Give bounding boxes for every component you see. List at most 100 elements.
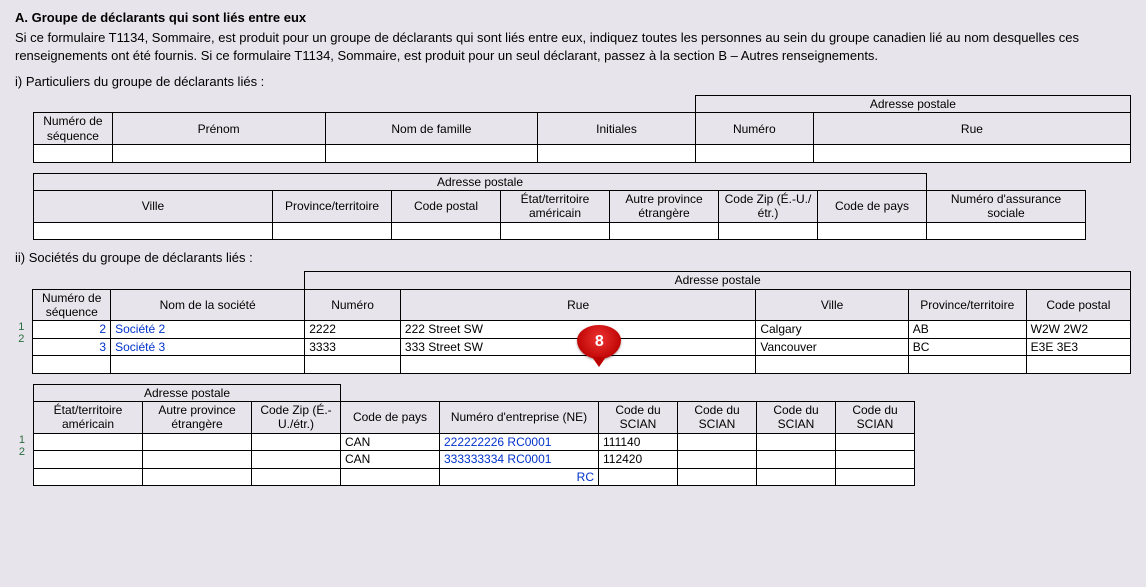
cell[interactable]	[757, 433, 836, 450]
header-prov: Province/territoire	[273, 191, 392, 223]
cell[interactable]	[252, 468, 341, 485]
header-nom-societe: Nom de la société	[111, 289, 305, 321]
cell[interactable]	[678, 468, 757, 485]
header-autre-prov: Autre province étrangère	[610, 191, 719, 223]
header-ville: Ville	[756, 289, 908, 321]
cell[interactable]	[273, 222, 392, 239]
cell[interactable]	[143, 451, 252, 468]
part-ii-table2: Adresse postale État/territoire américai…	[33, 384, 915, 486]
cell[interactable]	[33, 356, 111, 373]
cell[interactable]	[927, 222, 1086, 239]
header-numero: Numéro	[305, 289, 401, 321]
cell[interactable]	[143, 468, 252, 485]
cell[interactable]	[1026, 356, 1130, 373]
section-title: A. Groupe de déclarants qui sont liés en…	[15, 10, 1131, 25]
header-adresse-postale: Adresse postale	[695, 96, 1130, 113]
cell-cp[interactable]: W2W 2W2	[1026, 321, 1130, 338]
cell[interactable]	[111, 356, 305, 373]
header-adresse-postale: Adresse postale	[34, 173, 927, 190]
cell-rc[interactable]: RC	[440, 468, 599, 485]
table-row: CAN 222222226 RC0001 111140	[34, 433, 915, 450]
cell[interactable]	[252, 451, 341, 468]
cell[interactable]	[305, 356, 401, 373]
header-code-zip: Code Zip (É.-U./étr.)	[252, 401, 341, 433]
cell[interactable]	[719, 222, 818, 239]
header-numero: Numéro	[695, 113, 813, 145]
cell[interactable]	[34, 433, 143, 450]
cell[interactable]	[501, 222, 610, 239]
cell[interactable]	[34, 451, 143, 468]
header-code-postal: Code postal	[1026, 289, 1130, 321]
cell[interactable]	[34, 222, 273, 239]
cell[interactable]	[252, 433, 341, 450]
cell[interactable]	[143, 433, 252, 450]
header-nom-famille: Nom de famille	[325, 113, 538, 145]
cell-scian[interactable]: 112420	[599, 451, 678, 468]
cell[interactable]	[392, 222, 501, 239]
cell[interactable]	[610, 222, 719, 239]
cell[interactable]	[757, 451, 836, 468]
cell[interactable]	[400, 356, 755, 373]
cell[interactable]	[599, 468, 678, 485]
cell-seq[interactable]: 2	[33, 321, 111, 338]
cell[interactable]	[836, 433, 915, 450]
table-row: CAN 333333334 RC0001 112420	[34, 451, 915, 468]
header-autre-prov: Autre province étrangère	[143, 401, 252, 433]
cell[interactable]	[34, 145, 113, 162]
header-adresse-postale: Adresse postale	[305, 272, 1131, 289]
cell[interactable]	[678, 433, 757, 450]
part-i-table2: Adresse postale Ville Province/territoir…	[33, 173, 1086, 241]
header-code-postal: Code postal	[392, 191, 501, 223]
cell[interactable]	[325, 145, 538, 162]
cell[interactable]	[813, 145, 1130, 162]
cell-prov[interactable]: BC	[908, 338, 1026, 355]
header-ville: Ville	[34, 191, 273, 223]
cell-pays[interactable]: CAN	[341, 451, 440, 468]
cell[interactable]	[908, 356, 1026, 373]
row-index: 2	[15, 333, 28, 345]
cell-prov[interactable]: AB	[908, 321, 1026, 338]
cell-ne[interactable]: 333333334 RC0001	[440, 451, 599, 468]
header-scian: Code du SCIAN	[836, 401, 915, 433]
cell-num[interactable]: 2222	[305, 321, 401, 338]
cell-scian[interactable]: 111140	[599, 433, 678, 450]
header-code-pays: Code de pays	[818, 191, 927, 223]
cell-pays[interactable]: CAN	[341, 433, 440, 450]
cell[interactable]	[538, 145, 696, 162]
header-code-pays: Code de pays	[341, 401, 440, 433]
cell-nom[interactable]: Société 2	[111, 321, 305, 338]
header-prenom: Prénom	[112, 113, 325, 145]
header-scian: Code du SCIAN	[599, 401, 678, 433]
cell[interactable]	[112, 145, 325, 162]
header-rue: Rue	[813, 113, 1130, 145]
header-num-seq: Numéro de séquence	[33, 289, 111, 321]
cell[interactable]	[341, 468, 440, 485]
part-i-table1: Adresse postale Numéro de séquence Préno…	[33, 95, 1131, 163]
cell-ville[interactable]: Calgary	[756, 321, 908, 338]
cell-ne[interactable]: 222222226 RC0001	[440, 433, 599, 450]
cell-seq[interactable]: 3	[33, 338, 111, 355]
header-code-zip: Code Zip (É.-U./étr.)	[719, 191, 818, 223]
cell-num[interactable]: 3333	[305, 338, 401, 355]
header-prov: Province/territoire	[908, 289, 1026, 321]
cell[interactable]	[34, 468, 143, 485]
header-etat-us: État/territoire américain	[34, 401, 143, 433]
row-index: 1	[15, 434, 29, 446]
header-adresse-postale: Adresse postale	[34, 384, 341, 401]
row-index: 2	[15, 446, 29, 458]
part-ii-table1: Adresse postale Numéro de séquence Nom d…	[32, 271, 1131, 373]
cell[interactable]	[757, 468, 836, 485]
cell-cp[interactable]: E3E 3E3	[1026, 338, 1130, 355]
cell[interactable]	[836, 451, 915, 468]
cell-nom[interactable]: Société 3	[111, 338, 305, 355]
header-initiales: Initiales	[538, 113, 696, 145]
header-scian: Code du SCIAN	[678, 401, 757, 433]
cell[interactable]	[818, 222, 927, 239]
part-ii-heading: ii) Sociétés du groupe de déclarants lié…	[15, 250, 1131, 265]
row-index: 1	[15, 321, 28, 333]
cell-ville[interactable]: Vancouver	[756, 338, 908, 355]
cell[interactable]	[756, 356, 908, 373]
cell[interactable]	[695, 145, 813, 162]
cell[interactable]	[836, 468, 915, 485]
cell[interactable]	[678, 451, 757, 468]
